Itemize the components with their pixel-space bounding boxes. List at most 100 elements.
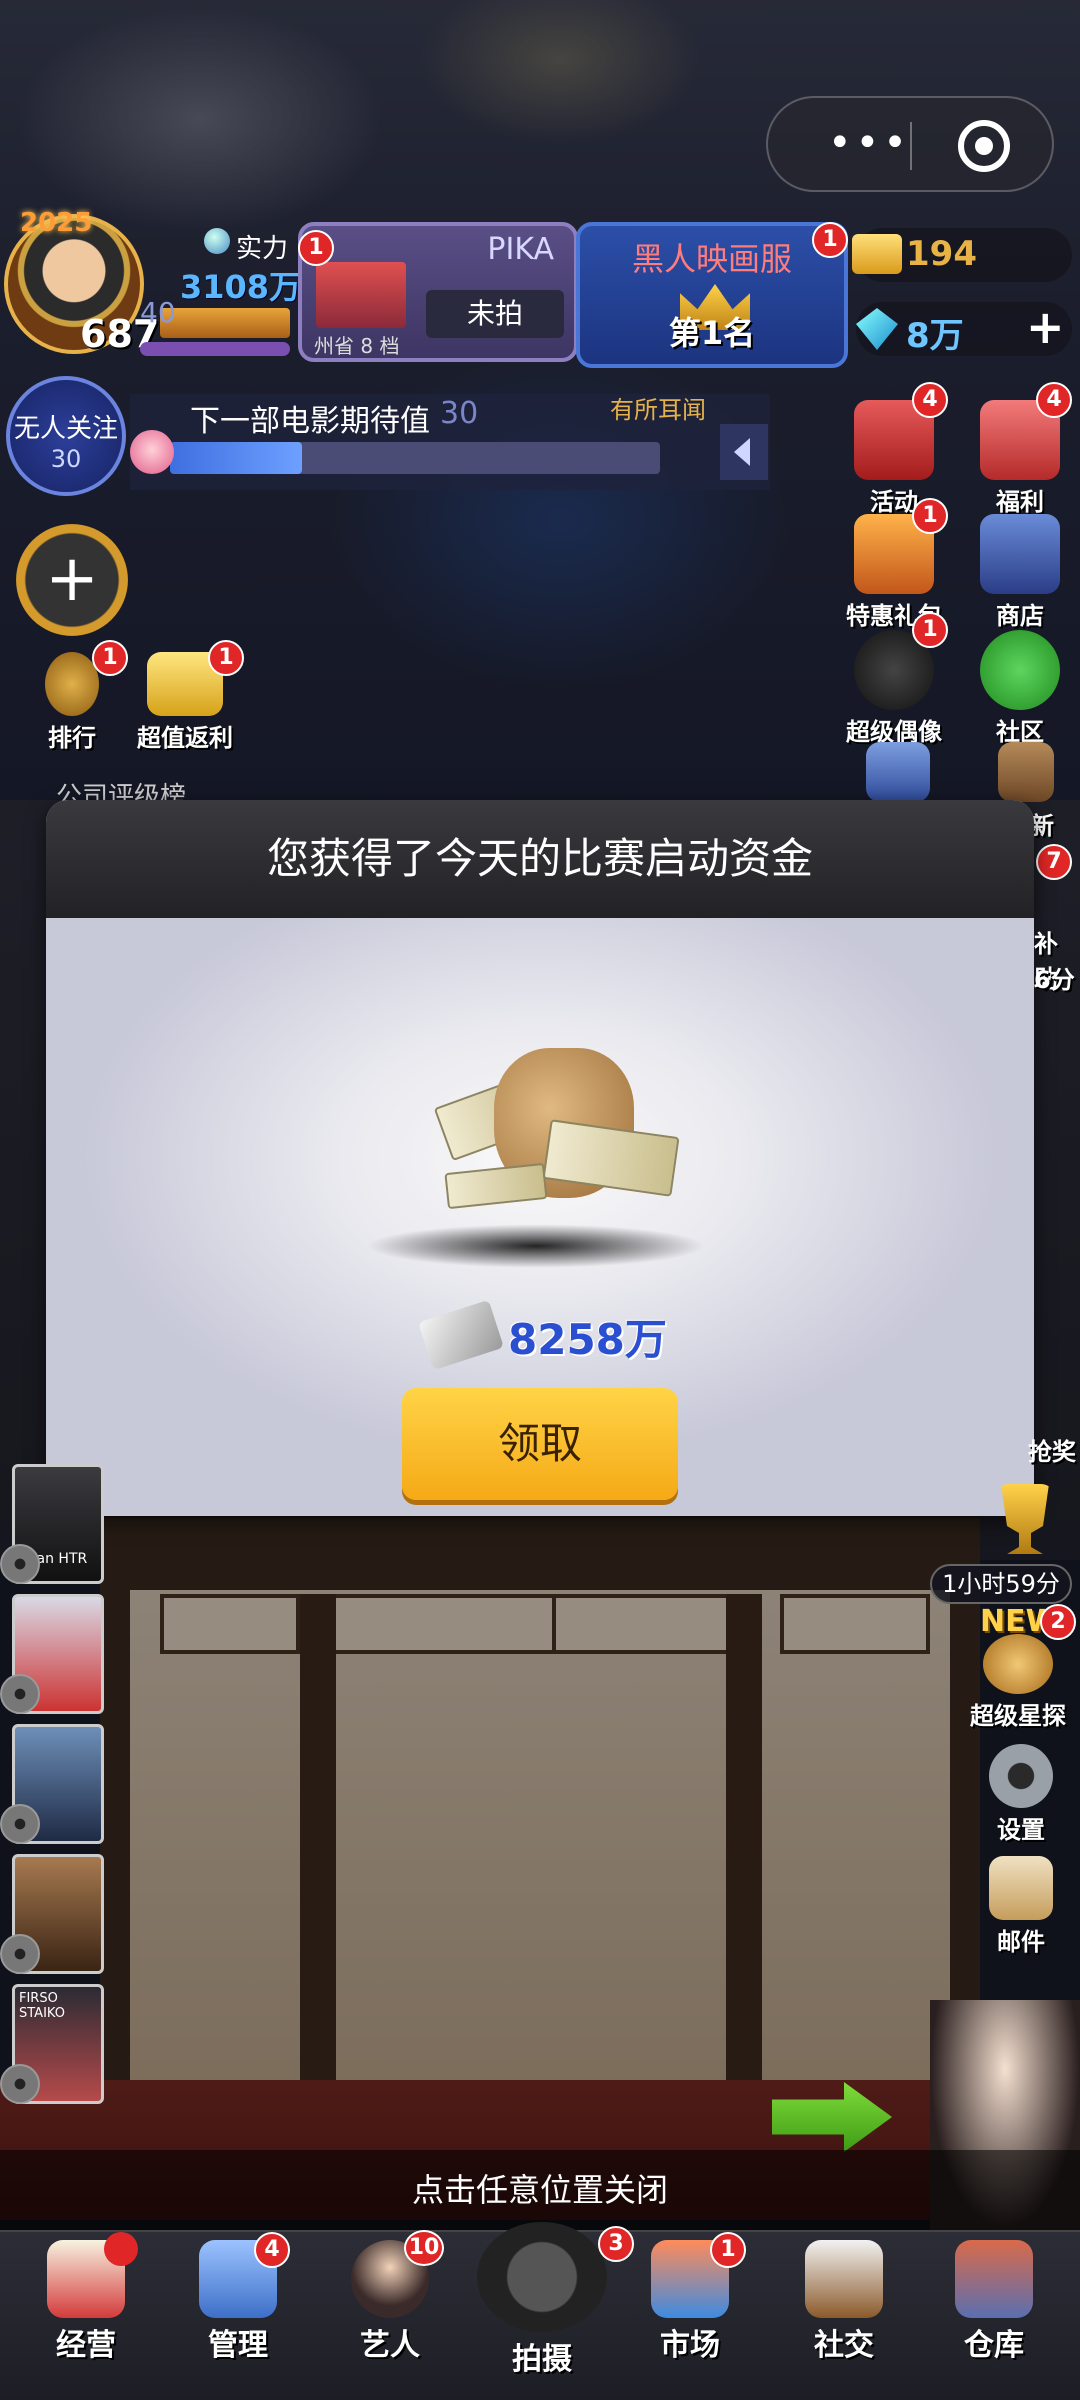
film-reel-icon [0, 1544, 40, 1584]
ranking-card-badge: 1 [812, 222, 848, 258]
super-idol-badge: 1 [912, 612, 948, 648]
tower-button[interactable] [866, 742, 930, 802]
ranking-badge: 1 [92, 640, 128, 676]
ticket-icon [852, 234, 902, 274]
mail-button[interactable]: 邮件 [976, 1856, 1066, 1957]
tickets-value: 194 [906, 234, 977, 274]
dialog-body: 8258万 领取 [46, 918, 1034, 1516]
mail-icon [989, 1856, 1053, 1920]
capsule-divider [910, 122, 912, 170]
nav-shoot-label: 拍摄 [512, 2342, 572, 2377]
studio-card-badge: 1 [298, 230, 334, 266]
close-hint[interactable]: 点击任意位置关闭 [0, 2150, 1080, 2230]
film-reel-icon [0, 1804, 40, 1844]
add-button[interactable]: + [16, 524, 128, 636]
xp-partial: 40 [140, 296, 176, 329]
trophy-icon [1001, 1484, 1049, 1554]
welfare-label: 福利 [996, 488, 1044, 516]
nav-artists-badge: 10 [404, 2230, 444, 2266]
nav-artists-label: 艺人 [360, 2328, 420, 2363]
ranking-label: 排行 [48, 724, 96, 752]
ranking-title: 黑人映画服 [631, 240, 792, 278]
next-movie-title: 下一部电影期待值 [190, 404, 430, 439]
rebate-badge: 1 [208, 640, 244, 676]
event-timer: 1小时59分 [930, 1564, 1072, 1604]
next-movie-hint: 有所耳闻 [610, 396, 706, 424]
follow-count: 30 [50, 445, 82, 473]
wechat-icon [980, 630, 1060, 710]
nav-social-label: 社交 [814, 2328, 874, 2363]
shop-button[interactable]: 商店 [972, 514, 1068, 631]
lottery-label[interactable]: 抢奖 [1028, 1432, 1076, 1467]
gems-value: 8万 [906, 316, 964, 356]
expectation-progress [170, 442, 660, 474]
year-badge: 2025 [20, 208, 93, 238]
community-button[interactable]: 社区 [972, 630, 1068, 747]
nav-business-dot [104, 2232, 138, 2266]
studio-name: PIKA [487, 232, 554, 267]
studio-status: 未拍 [426, 290, 564, 338]
movie-poster-title: FIRSO STAIKO [19, 1991, 65, 2021]
expectation-progress-fill [170, 442, 303, 474]
film-reel-icon [0, 1674, 40, 1714]
ranking-place: 第1名 [668, 314, 756, 352]
collapse-arrow-icon[interactable] [720, 424, 768, 480]
ranking-card[interactable]: 黑人映画服 第1名 [576, 222, 848, 368]
miniprogram-capsule: ••• [766, 96, 1054, 192]
follow-label: 无人关注 [13, 414, 118, 444]
nav-warehouse[interactable]: 仓库 [924, 2240, 1064, 2364]
title-banner [160, 308, 290, 338]
camera-icon [477, 2222, 607, 2332]
close-miniprogram-icon[interactable] [958, 120, 1010, 172]
super-scout-badge: 2 [1040, 1604, 1076, 1640]
love-face-icon [130, 430, 174, 474]
dialog-title: 您获得了今天的比赛启动资金 [266, 834, 813, 883]
settings-button[interactable]: 设置 [976, 1744, 1066, 1845]
nav-social[interactable]: 社交 [774, 2240, 914, 2364]
nav-manage-label: 管理 [208, 2328, 268, 2363]
nav-manage-badge: 4 [254, 2232, 290, 2268]
film-reel-icon [0, 1934, 40, 1974]
nav-business-label: 经营 [56, 2328, 116, 2363]
subsidy-timer: 6分 [1034, 966, 1075, 994]
settings-label: 设置 [997, 1816, 1045, 1844]
next-movie-value: 30 [440, 396, 479, 431]
power-value: 3108万 [180, 268, 302, 306]
cash-bill-icon [444, 1162, 548, 1210]
film-reel-icon [0, 2064, 40, 2104]
more-icon[interactable]: ••• [828, 123, 911, 163]
news-button[interactable] [996, 742, 1056, 802]
gear-icon [989, 1744, 1053, 1808]
super-scout-label: 超级星探 [970, 1702, 1066, 1730]
shop-icon [980, 514, 1060, 594]
nav-market-label: 市场 [660, 2328, 720, 2363]
activity-badge: 4 [912, 382, 948, 418]
warehouse-icon [955, 2240, 1033, 2318]
medal-icon [45, 652, 99, 716]
store-icon [998, 742, 1054, 802]
cash-icon [418, 1299, 504, 1371]
studio-tier: 州省 8 档 [314, 334, 400, 358]
nav-shoot[interactable]: 拍摄 [472, 2222, 612, 2378]
trophy-button[interactable] [990, 1484, 1060, 1554]
nav-warehouse-label: 仓库 [964, 2328, 1024, 2363]
coffee-cup-icon [805, 2240, 883, 2318]
claim-button[interactable]: 领取 [402, 1388, 678, 1500]
building-icon [866, 742, 930, 802]
reward-dialog: 您获得了今天的比赛启动资金 8258万 领取 [46, 800, 1034, 1516]
studio-card[interactable]: PIKA 未拍 州省 8 档 [298, 222, 578, 362]
follow-badge[interactable]: 无人关注 30 [6, 376, 126, 496]
money-shadow [366, 1224, 706, 1268]
shop-label: 商店 [996, 602, 1044, 630]
welfare-badge: 4 [1036, 382, 1072, 418]
scout-icon [983, 1634, 1053, 1694]
subsidy-badge: 7 [1036, 844, 1072, 880]
special-pack-badge: 1 [912, 498, 948, 534]
nav-market-badge: 1 [710, 2232, 746, 2268]
rebate-label: 超值返利 [137, 724, 233, 752]
xp-bar [140, 342, 290, 356]
add-gems-icon[interactable]: + [1026, 304, 1065, 350]
mail-label: 邮件 [997, 1928, 1045, 1956]
reward-amount: 8258万 [508, 1315, 667, 1364]
city-icon [316, 262, 406, 328]
